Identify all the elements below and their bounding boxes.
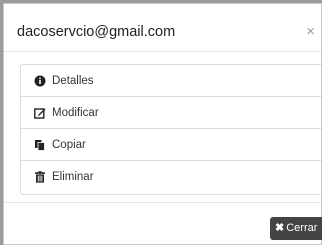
close-button-label: Cerrar [286, 222, 318, 234]
edit-icon [34, 108, 46, 119]
close-icon[interactable]: × [306, 23, 315, 40]
list-item-modificar[interactable]: Modificar [21, 97, 321, 129]
list-item-copiar[interactable]: Copiar [21, 129, 321, 161]
list-item-label: Copiar [52, 139, 86, 151]
action-list: Detalles Modificar Copiar Eliminar [20, 64, 321, 195]
modal-footer: ✖ Cerrar [4, 202, 322, 244]
modal-header: dacoservcio@gmail.com × [4, 4, 321, 52]
close-button[interactable]: ✖ Cerrar [270, 217, 322, 240]
list-item-detalles[interactable]: Detalles [21, 65, 321, 97]
list-item-label: Eliminar [52, 171, 94, 183]
list-item-label: Modificar [52, 107, 99, 119]
list-item-label: Detalles [52, 75, 94, 87]
modal-title: dacoservcio@gmail.com [17, 24, 176, 40]
close-icon: ✖ [275, 222, 285, 234]
trash-icon [35, 171, 45, 183]
modal-dialog: dacoservcio@gmail.com × Detalles Modific… [3, 3, 322, 245]
copy-icon [35, 140, 45, 151]
list-item-eliminar[interactable]: Eliminar [21, 161, 321, 194]
info-circle-icon [34, 75, 46, 87]
